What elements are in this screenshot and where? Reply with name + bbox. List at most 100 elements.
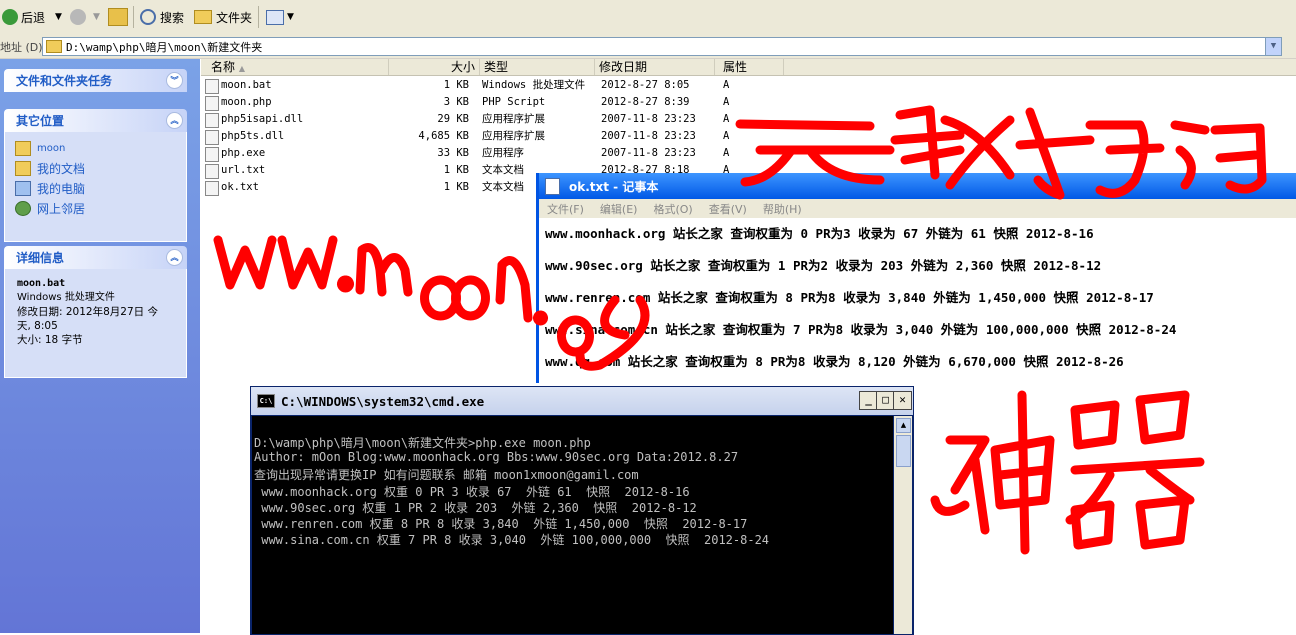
file-attr: A xyxy=(723,113,730,125)
place-item-my-computer[interactable]: 我的电脑 xyxy=(15,178,176,198)
chevron-down-icon[interactable]: ︾ xyxy=(166,72,183,89)
notepad-menu-item[interactable]: 格式(O) xyxy=(653,201,692,217)
forward-arrow-icon xyxy=(70,9,86,25)
file-type: 应用程序 xyxy=(482,147,524,159)
search-button[interactable]: 搜索 xyxy=(140,6,184,28)
notepad-line: www.moonhack.org 站长之家 查询权重为 0 PR为3 收录为 6… xyxy=(545,226,1094,241)
cmd-console[interactable]: D:\wamp\php\暗月\moon\新建文件夹>php.exe moon.p… xyxy=(252,416,893,634)
notepad-icon xyxy=(545,177,560,195)
column-header: 名称 ▲ 大小 类型 修改日期 属性 xyxy=(201,59,1296,76)
place-item-moon[interactable]: moon xyxy=(15,138,176,158)
file-size: 1 KB xyxy=(443,79,469,91)
file-type: 文本文档 xyxy=(482,164,524,176)
file-attr: A xyxy=(723,79,730,91)
file-row[interactable]: moon.bat 1 KB Windows 批处理文件 2012-8-27 8:05 A xyxy=(201,77,801,94)
folders-label: 文件夹 xyxy=(216,10,253,25)
column-attr-label: 属性 xyxy=(723,60,748,74)
chevron-up-icon[interactable]: ︽ xyxy=(166,249,183,266)
tasks-panel: 文件和文件夹任务 ︾ xyxy=(4,69,187,92)
forward-button[interactable]: ▼ xyxy=(70,6,100,28)
my-documents-icon xyxy=(15,160,31,176)
cmd-scrollbar[interactable]: ▲ xyxy=(894,416,912,634)
details-body: moon.bat Windows 批处理文件 修改日期: 2012年8月27日 … xyxy=(4,269,187,378)
details-panel: 详细信息 ︽ moon.bat Windows 批处理文件 修改日期: 2012… xyxy=(4,246,187,378)
file-row[interactable]: moon.php 3 KB PHP Script 2012-8-27 8:39 A xyxy=(201,94,801,111)
column-name[interactable]: 名称 ▲ xyxy=(201,59,389,75)
folders-button[interactable]: 文件夹 xyxy=(194,6,252,28)
place-item-my-documents[interactable]: 我的文档 xyxy=(15,158,176,178)
cmd-output-line: www.moonhack.org 权重 0 PR 3 收录 67 外链 61 快… xyxy=(254,485,690,499)
place-item-network[interactable]: 网上邻居 xyxy=(15,198,176,218)
back-button[interactable]: 后退 ▼ xyxy=(2,6,62,28)
file-attr: A xyxy=(723,147,730,159)
address-label: 地址 (D) xyxy=(0,41,43,54)
column-modified-label: 修改日期 xyxy=(599,60,648,74)
file-attr: A xyxy=(723,130,730,142)
column-modified[interactable]: 修改日期 xyxy=(595,59,715,75)
file-icon xyxy=(205,79,219,94)
column-size-label: 大小 xyxy=(450,60,475,74)
place-label: 我的文档 xyxy=(37,161,86,176)
column-attr[interactable]: 属性 xyxy=(715,59,784,75)
file-row[interactable]: php5ts.dll 4,685 KB 应用程序扩展 2007-11-8 23:23 A xyxy=(201,128,801,145)
cmd-output-line: www.renren.com 权重 8 PR 8 收录 3,840 外链 1,4… xyxy=(254,517,748,531)
tasks-panel-header[interactable]: 文件和文件夹任务 ︾ xyxy=(4,69,187,92)
details-title: 详细信息 xyxy=(16,251,65,265)
file-size: 1 KB xyxy=(443,181,469,193)
file-row[interactable]: php5isapi.dll 29 KB 应用程序扩展 2007-11-8 23:23 A xyxy=(201,111,801,128)
column-name-label: 名称 xyxy=(211,60,236,74)
file-icon xyxy=(205,96,219,111)
address-input[interactable]: D:\wamp\php\暗月\moon\新建文件夹 ▼ xyxy=(42,37,1282,56)
notepad-titlebar[interactable]: ok.txt - 记事本 xyxy=(539,173,1296,199)
views-button[interactable]: ▼ xyxy=(266,6,294,28)
file-modified: 2012-8-27 8:39 xyxy=(601,96,690,108)
details-size: 大小: 18 字节 xyxy=(17,334,83,346)
notepad-menu-item[interactable]: 查看(V) xyxy=(709,201,747,217)
other-places-header[interactable]: 其它位置 ︽ xyxy=(4,109,187,132)
file-name: ok.txt xyxy=(221,181,259,193)
search-label: 搜索 xyxy=(160,10,185,25)
file-icon xyxy=(205,147,219,162)
notepad-menu-item[interactable]: 帮助(H) xyxy=(763,201,802,217)
file-type: Windows 批处理文件 xyxy=(482,79,586,91)
folder-icon xyxy=(194,10,212,24)
tasks-title: 文件和文件夹任务 xyxy=(16,74,113,88)
scroll-up-icon[interactable]: ▲ xyxy=(896,418,911,433)
cmd-titlebar[interactable]: C:\ C:\WINDOWS\system32\cmd.exe _ □ ✕ xyxy=(251,387,913,415)
cmd-output-line: Author: mOon Blog:www.moonhack.org Bbs:w… xyxy=(254,450,739,464)
address-dropdown-button[interactable]: ▼ xyxy=(1265,38,1281,55)
cmd-icon: C:\ xyxy=(257,394,275,408)
folder-icon xyxy=(46,40,62,53)
column-type[interactable]: 类型 xyxy=(480,59,595,75)
notepad-line: www.sina.com.cn 站长之家 查询权重为 7 PR为8 收录为 3,… xyxy=(545,322,1177,337)
chevron-up-icon[interactable]: ︽ xyxy=(166,112,183,129)
details-header[interactable]: 详细信息 ︽ xyxy=(4,246,187,269)
file-row[interactable]: php.exe 33 KB 应用程序 2007-11-8 23:23 A xyxy=(201,145,801,162)
network-icon xyxy=(15,200,31,216)
notepad-menu-item[interactable]: 编辑(E) xyxy=(600,201,638,217)
file-name: moon.bat xyxy=(221,79,272,91)
cmd-output-line: www.sina.com.cn 权重 7 PR 8 收录 3,040 外链 10… xyxy=(254,533,770,547)
file-modified: 2012-8-27 8:05 xyxy=(601,79,690,91)
column-size[interactable]: 大小 xyxy=(389,59,480,75)
up-folder-button[interactable] xyxy=(108,6,128,28)
place-label: moon xyxy=(37,142,66,154)
back-label: 后退 xyxy=(21,10,46,25)
file-name: php5ts.dll xyxy=(221,130,285,142)
file-type: 应用程序扩展 xyxy=(482,113,545,125)
other-places-title: 其它位置 xyxy=(16,114,65,128)
file-size: 3 KB xyxy=(443,96,469,108)
file-modified: 2007-11-8 23:23 xyxy=(601,113,696,125)
file-icon xyxy=(205,130,219,145)
notepad-line: www.qq.com 站长之家 查询权重为 8 PR为8 收录为 8,120 外… xyxy=(545,354,1124,369)
details-modified: 修改日期: 2012年8月27日 今天, 8:05 xyxy=(17,306,158,332)
file-size: 33 KB xyxy=(437,147,469,159)
close-button[interactable]: ✕ xyxy=(893,391,912,410)
chevron-down-icon: ▼ xyxy=(287,12,294,22)
sort-arrow-icon: ▲ xyxy=(238,64,245,73)
views-icon xyxy=(266,9,284,25)
file-modified: 2007-11-8 23:23 xyxy=(601,147,696,159)
scroll-thumb[interactable] xyxy=(896,435,911,467)
place-label: 我的电脑 xyxy=(37,181,86,196)
notepad-menu-item[interactable]: 文件(F) xyxy=(547,201,584,217)
